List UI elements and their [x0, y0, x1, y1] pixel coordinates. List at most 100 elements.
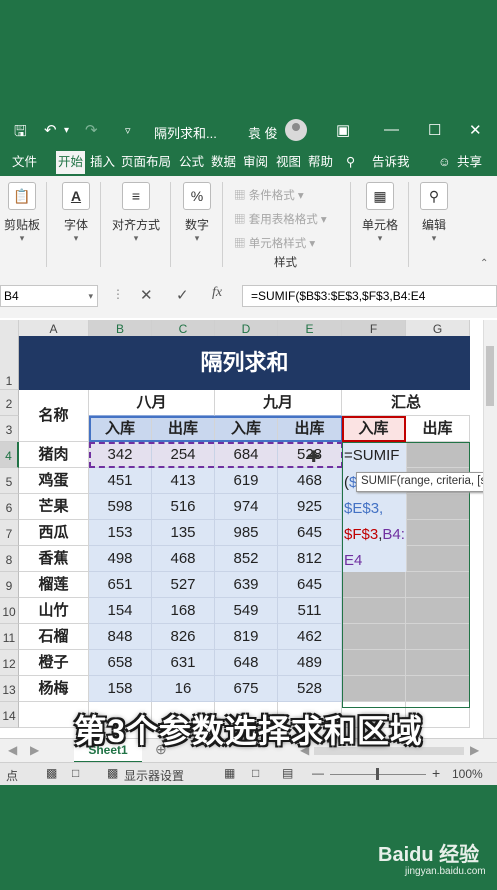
value-cell[interactable]: 648 — [215, 650, 278, 676]
tab-data[interactable]: 数据 — [211, 154, 236, 174]
ribbon-display-icon[interactable]: ▣ — [336, 121, 350, 139]
item-name-cell[interactable]: 榴莲 — [19, 572, 89, 598]
macro-icon[interactable]: ▩ — [46, 766, 57, 780]
value-cell[interactable]: 413 — [152, 468, 215, 494]
row-header[interactable]: 4 — [0, 442, 19, 468]
collapse-ribbon-icon[interactable]: ⌃ — [480, 258, 488, 269]
zoom-slider-thumb[interactable] — [376, 768, 379, 780]
group-header-september[interactable]: 九月 — [215, 390, 342, 416]
row-header[interactable]: 12 — [0, 650, 19, 676]
value-cell[interactable]: 658 — [89, 650, 152, 676]
value-cell[interactable]: 848 — [89, 624, 152, 650]
display-settings-label[interactable]: 显示器设置 — [124, 767, 184, 784]
value-cell[interactable]: 645 — [278, 520, 342, 546]
value-cell[interactable]: 516 — [152, 494, 215, 520]
tab-home[interactable]: 开始 — [56, 151, 86, 176]
tab-formulas[interactable]: 公式 — [179, 154, 204, 174]
value-cell[interactable]: 619 — [215, 468, 278, 494]
value-cell[interactable]: 826 — [152, 624, 215, 650]
name-box[interactable]: B4 ▾ — [0, 285, 98, 307]
value-cell[interactable]: 631 — [152, 650, 215, 676]
item-name-cell[interactable]: 西瓜 — [19, 520, 89, 546]
scroll-thumb[interactable] — [486, 346, 494, 406]
tell-me-search[interactable]: 告诉我 — [372, 154, 410, 174]
value-cell[interactable]: 985 — [215, 520, 278, 546]
row-header[interactable]: 11 — [0, 624, 19, 650]
tab-insert[interactable]: 插入 — [90, 154, 115, 174]
value-cell[interactable]: 819 — [215, 624, 278, 650]
enter-icon[interactable]: ✓ — [176, 286, 189, 304]
value-cell[interactable]: 489 — [278, 650, 342, 676]
group-header-august[interactable]: 八月 — [89, 390, 215, 416]
item-name-cell[interactable]: 橙子 — [19, 650, 89, 676]
row-header[interactable]: 8 — [0, 546, 19, 572]
value-cell[interactable]: 135 — [152, 520, 215, 546]
minimize-icon[interactable]: — — [384, 121, 399, 138]
normal-view-icon[interactable]: ▦ — [224, 766, 235, 780]
function-tooltip[interactable]: SUMIF(range, criteria, [s — [356, 472, 497, 492]
item-name-cell[interactable]: 猪肉 — [19, 442, 89, 468]
value-cell[interactable]: 812 — [278, 546, 342, 572]
page-layout-view-icon[interactable]: □ — [252, 766, 259, 780]
value-cell[interactable]: 925 — [278, 494, 342, 520]
value-cell[interactable]: 639 — [215, 572, 278, 598]
group-header-summary[interactable]: 汇总 — [342, 390, 470, 416]
row-header[interactable]: 13 — [0, 676, 19, 702]
tab-view[interactable]: 视图 — [276, 154, 301, 174]
value-cell[interactable]: 598 — [89, 494, 152, 520]
zoom-in-icon[interactable]: + — [432, 765, 440, 781]
tab-review[interactable]: 审阅 — [243, 154, 268, 174]
accessibility-icon[interactable]: □ — [72, 766, 79, 780]
row-header[interactable]: 7 — [0, 520, 19, 546]
value-cell[interactable]: 549 — [215, 598, 278, 624]
cells-group[interactable]: ▦ 单元格 ▾ — [358, 182, 402, 244]
item-name-cell[interactable]: 杨梅 — [19, 676, 89, 702]
row-header[interactable]: 5 — [0, 468, 19, 494]
value-cell[interactable]: 498 — [89, 546, 152, 572]
row-header[interactable]: 3 — [0, 416, 19, 442]
value-cell[interactable]: 852 — [215, 546, 278, 572]
value-cell[interactable]: 468 — [152, 546, 215, 572]
formula-input[interactable]: =SUMIF($B$3:$E$3,$F$3,B4:E4 — [242, 285, 497, 307]
row-header[interactable]: 9 — [0, 572, 19, 598]
value-cell[interactable]: 16 — [152, 676, 215, 702]
share-button[interactable]: 共享 — [457, 154, 482, 174]
value-cell[interactable]: 462 — [278, 624, 342, 650]
zoom-level[interactable]: 100% — [452, 767, 483, 781]
font-group[interactable]: A 字体 ▾ — [58, 182, 94, 244]
item-name-cell[interactable]: 石榴 — [19, 624, 89, 650]
value-cell[interactable]: 511 — [278, 598, 342, 624]
worksheet-grid[interactable]: A B C D E F G 1 2 3 4 5 6 7 8 9 10 11 12… — [0, 318, 497, 738]
avatar[interactable] — [285, 119, 307, 141]
zoom-out-icon[interactable]: — — [312, 766, 324, 780]
value-cell[interactable]: 451 — [89, 468, 152, 494]
cancel-icon[interactable]: ✕ — [140, 286, 153, 304]
value-cell[interactable]: 168 — [152, 598, 215, 624]
save-icon[interactable]: 🖫 — [14, 121, 27, 146]
value-cell[interactable]: 154 — [89, 598, 152, 624]
cell-styles-button[interactable]: ▦ 单元格样式 ▾ — [234, 232, 327, 256]
undo-icon[interactable]: ↶ — [44, 121, 57, 139]
tab-file[interactable]: 文件 — [12, 154, 37, 174]
insert-function-icon[interactable]: fx — [212, 285, 222, 301]
number-group[interactable]: % 数字 ▾ — [180, 182, 214, 244]
maximize-icon[interactable]: ☐ — [428, 121, 441, 139]
sub-header-cell[interactable]: 出库 — [406, 416, 470, 442]
value-cell[interactable]: 153 — [89, 520, 152, 546]
item-name-cell[interactable]: 芒果 — [19, 494, 89, 520]
value-cell[interactable]: 651 — [89, 572, 152, 598]
row-header[interactable]: 10 — [0, 598, 19, 624]
table-title[interactable]: 隔列求和 — [19, 336, 470, 390]
row-header[interactable]: 6 — [0, 494, 19, 520]
value-cell[interactable]: 528 — [278, 676, 342, 702]
undo-dropdown-icon[interactable]: ▾ — [64, 125, 69, 136]
value-cell[interactable]: 675 — [215, 676, 278, 702]
value-cell[interactable]: 158 — [89, 676, 152, 702]
item-name-cell[interactable]: 鸡蛋 — [19, 468, 89, 494]
name-header[interactable]: 名称 — [19, 390, 89, 442]
clipboard-group[interactable]: 📋 剪贴板 ▾ — [4, 182, 40, 244]
value-cell[interactable]: 527 — [152, 572, 215, 598]
editing-group[interactable]: ⚲ 编辑 ▾ — [416, 182, 452, 244]
redo-icon[interactable]: ↷ — [85, 121, 98, 139]
page-break-view-icon[interactable]: ▤ — [282, 766, 293, 780]
